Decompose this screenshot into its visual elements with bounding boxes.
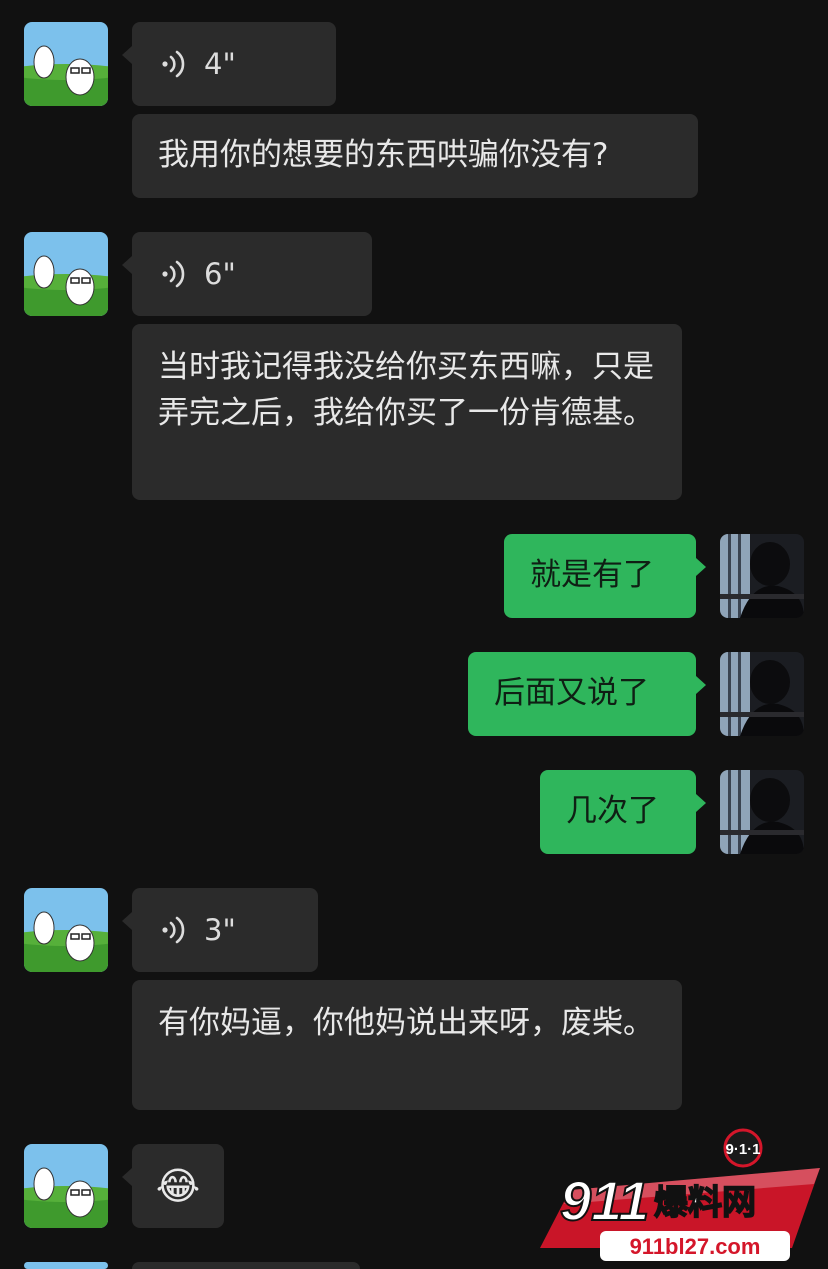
my-avatar[interactable]: [720, 652, 804, 736]
outgoing-message[interactable]: 几次了: [540, 770, 706, 854]
emoji-message[interactable]: 😂: [122, 1144, 224, 1228]
voice-duration: 3": [204, 913, 236, 947]
watermark-logo: 9·1·1 911 爆料网 911bl27.com: [530, 1128, 824, 1268]
voice-duration: 6": [204, 257, 236, 291]
partial-message[interactable]: [132, 1262, 360, 1269]
voice-wave-icon: [162, 50, 185, 78]
my-avatar[interactable]: [720, 770, 804, 854]
watermark-brand-cn: 爆料网: [654, 1183, 756, 1223]
message-text: 有你妈逼，你他妈说出来呀，废柴。: [158, 1005, 654, 1041]
outgoing-message[interactable]: 后面又说了: [468, 652, 706, 736]
text-message[interactable]: 我用你的想要的东西哄骗你没有?: [132, 114, 698, 198]
voice-message[interactable]: 6": [122, 232, 372, 316]
text-message[interactable]: 有你妈逼，你他妈说出来呀，废柴。: [132, 980, 682, 1110]
message-text: 我用你的想要的东西哄骗你没有?: [158, 137, 609, 173]
chat-screen: 4" 我用你的想要的东西哄骗你没有? 6" 当时我记得我没给你买东西嘛，只是弄完…: [0, 0, 828, 1269]
watermark-badge: 9·1·1: [725, 1141, 760, 1158]
voice-wave-icon: [162, 260, 185, 288]
contact-avatar[interactable]: [24, 888, 108, 972]
message-text: 当时我记得我没给你买东西嘛，只是弄完之后，我给你买了一份肯德基。: [158, 349, 654, 431]
voice-wave-icon: [162, 916, 185, 944]
voice-duration: 4": [204, 47, 236, 81]
emoji-laughing-icon: 😂: [155, 1164, 201, 1208]
outgoing-message[interactable]: 就是有了: [504, 534, 706, 618]
message-text: 后面又说了: [494, 675, 649, 711]
voice-message[interactable]: 3": [122, 888, 318, 972]
contact-avatar[interactable]: [24, 1262, 108, 1269]
contact-avatar[interactable]: [24, 232, 108, 316]
message-text: 几次了: [566, 793, 659, 829]
voice-message[interactable]: 4": [122, 22, 336, 106]
text-message[interactable]: 当时我记得我没给你买东西嘛，只是弄完之后，我给你买了一份肯德基。: [132, 324, 682, 500]
watermark-brand: 911: [560, 1169, 649, 1232]
watermark-url: 911bl27.com: [630, 1234, 761, 1259]
contact-avatar[interactable]: [24, 22, 108, 106]
contact-avatar[interactable]: [24, 1144, 108, 1228]
message-text: 就是有了: [530, 557, 654, 593]
my-avatar[interactable]: [720, 534, 804, 618]
